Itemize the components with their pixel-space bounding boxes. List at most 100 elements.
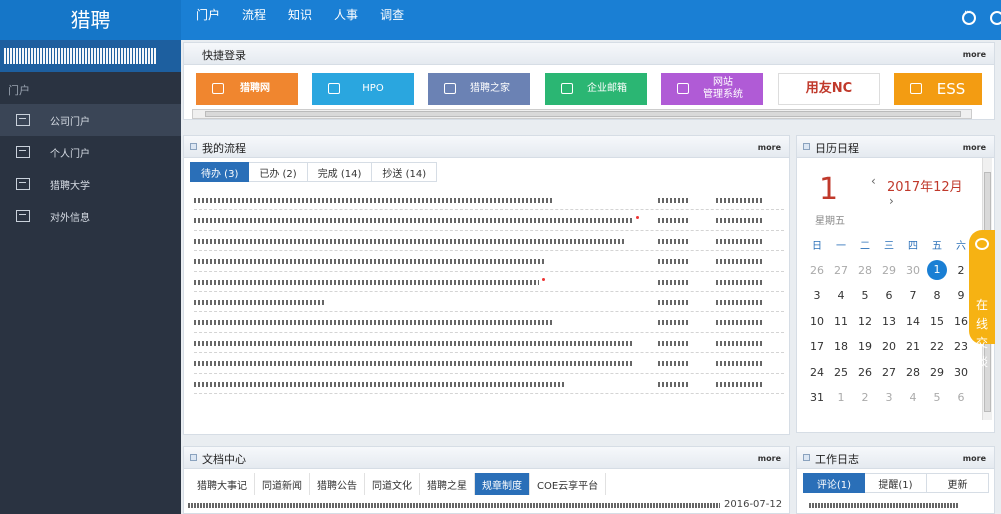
calendar-day[interactable]: 14 (901, 315, 925, 328)
tab-news[interactable]: 同道新闻 (255, 473, 310, 495)
calendar-week-row: 24 25 26 27 28 29 30 (805, 360, 973, 386)
sidebar-item-personal-portal[interactable]: 个人门户 (0, 136, 181, 168)
calendar-day[interactable]: 29 (877, 264, 901, 277)
tab-cc[interactable]: 抄送 (14) (372, 162, 438, 182)
table-row[interactable] (194, 231, 784, 252)
doc-item-date: 2016-07-12 (724, 499, 783, 510)
calendar-day[interactable]: 20 (877, 340, 901, 353)
table-row[interactable] (194, 210, 784, 231)
calendar-day[interactable]: 28 (853, 264, 877, 277)
more-link[interactable]: more (963, 454, 986, 463)
table-row[interactable] (194, 312, 784, 333)
tab-culture[interactable]: 同道文化 (365, 473, 420, 495)
calendar-day[interactable]: 26 (853, 366, 877, 379)
more-menu-icon[interactable] (962, 7, 976, 25)
tab-stars[interactable]: 猎聘之星 (420, 473, 475, 495)
tab-reminders[interactable]: 提醒(1) (865, 473, 927, 493)
calendar-day[interactable]: 5 (853, 289, 877, 302)
sidebar-section-title: 门户 (8, 84, 30, 97)
calendar-day[interactable]: 11 (829, 315, 853, 328)
table-row[interactable] (194, 292, 784, 313)
tab-done[interactable]: 已办 (2) (249, 162, 308, 182)
calendar-day[interactable]: 29 (925, 366, 949, 379)
sidebar-item-external-info[interactable]: 对外信息 (0, 200, 181, 232)
next-month-button[interactable]: › (889, 194, 894, 208)
calendar-day[interactable]: 19 (853, 340, 877, 353)
calendar-day-today[interactable]: 1 (927, 260, 947, 281)
calendar-day[interactable]: 22 (925, 340, 949, 353)
doc-item-title[interactable] (188, 503, 720, 508)
tile-website-admin[interactable]: 网站 管理系统 (661, 73, 763, 105)
calendar-day[interactable]: 31 (805, 391, 829, 404)
more-link[interactable]: more (963, 50, 986, 59)
calendar-day[interactable]: 13 (877, 315, 901, 328)
app-logo[interactable]: 猎聘 (0, 0, 181, 40)
scrollbar-thumb[interactable] (205, 111, 961, 117)
prev-month-button[interactable]: ‹ (871, 174, 876, 188)
calendar-day[interactable]: 15 (925, 315, 949, 328)
more-link[interactable]: more (963, 143, 986, 152)
online-chat-button[interactable]: 在 线 交 谈 (969, 230, 995, 369)
more-link[interactable]: more (758, 143, 781, 152)
table-row[interactable] (194, 272, 784, 292)
tile-liepin[interactable]: 猎聘网 (196, 73, 298, 105)
calendar-day[interactable]: 1 (829, 391, 853, 404)
calendar-day[interactable]: 3 (805, 289, 829, 302)
tab-todo[interactable]: 待办 (3) (190, 162, 250, 182)
calendar-day[interactable]: 6 (877, 289, 901, 302)
tile-yonyou-nc[interactable]: 用友NC (778, 73, 880, 105)
sidebar-item-company-portal[interactable]: 公司门户 (0, 104, 181, 136)
tile-hpo[interactable]: HPO (312, 73, 414, 105)
power-icon[interactable] (990, 11, 1001, 25)
table-row[interactable] (194, 190, 784, 211)
topnav-workflow[interactable]: 流程 (242, 6, 266, 23)
calendar-day[interactable]: 21 (901, 340, 925, 353)
calendar-day[interactable]: 8 (925, 289, 949, 302)
topnav-portal[interactable]: 门户 (196, 6, 220, 23)
calendar-day[interactable]: 10 (805, 315, 829, 328)
tab-announcements[interactable]: 猎聘公告 (310, 473, 365, 495)
quick-login-header: 快捷登录 more (184, 43, 994, 65)
calendar-day[interactable]: 7 (901, 289, 925, 302)
topnav-knowledge[interactable]: 知识 (288, 6, 312, 23)
calendar-day[interactable]: 12 (853, 315, 877, 328)
calendar-day[interactable]: 6 (949, 391, 973, 404)
tile-ess[interactable]: ESS (894, 73, 982, 105)
topnav-survey[interactable]: 调查 (380, 6, 404, 23)
calendar-day[interactable]: 25 (829, 366, 853, 379)
table-row[interactable] (194, 333, 784, 354)
calendar-day[interactable]: 27 (829, 264, 853, 277)
calendar-day[interactable]: 26 (805, 264, 829, 277)
calendar-day[interactable]: 17 (805, 340, 829, 353)
tab-coe-platform[interactable]: COE云享平台 (530, 473, 607, 495)
calendar-day[interactable]: 5 (925, 391, 949, 404)
log-item[interactable] (809, 503, 959, 508)
calendar-day[interactable]: 3 (877, 391, 901, 404)
panel-title: 我的流程 (202, 142, 246, 155)
folder-icon (677, 83, 689, 94)
more-link[interactable]: more (758, 454, 781, 463)
calendar-day[interactable]: 18 (829, 340, 853, 353)
calendar-day[interactable]: 30 (949, 366, 973, 379)
tile-email[interactable]: 企业邮箱 (545, 73, 647, 105)
tab-completed[interactable]: 完成 (14) (307, 162, 373, 182)
calendar-day[interactable]: 23 (949, 340, 973, 353)
calendar-day[interactable]: 2 (853, 391, 877, 404)
tab-regulations[interactable]: 规章制度 (475, 473, 530, 495)
calendar-day[interactable]: 27 (877, 366, 901, 379)
tab-milestones[interactable]: 猎聘大事记 (190, 473, 255, 495)
tab-comments[interactable]: 评论(1) (803, 473, 865, 493)
calendar-day[interactable]: 28 (901, 366, 925, 379)
tile-liepin-home[interactable]: 猎聘之家 (428, 73, 530, 105)
horizontal-scrollbar[interactable] (192, 109, 972, 119)
calendar-day[interactable]: 4 (901, 391, 925, 404)
table-row[interactable] (194, 353, 784, 374)
calendar-day[interactable]: 4 (829, 289, 853, 302)
topnav-hr[interactable]: 人事 (334, 6, 358, 23)
table-row[interactable] (194, 251, 784, 272)
tab-updates[interactable]: 更新 (927, 473, 989, 493)
sidebar-item-university[interactable]: 猎聘大学 (0, 168, 181, 200)
table-row[interactable] (194, 374, 784, 394)
calendar-day[interactable]: 24 (805, 366, 829, 379)
calendar-day[interactable]: 30 (901, 264, 925, 277)
